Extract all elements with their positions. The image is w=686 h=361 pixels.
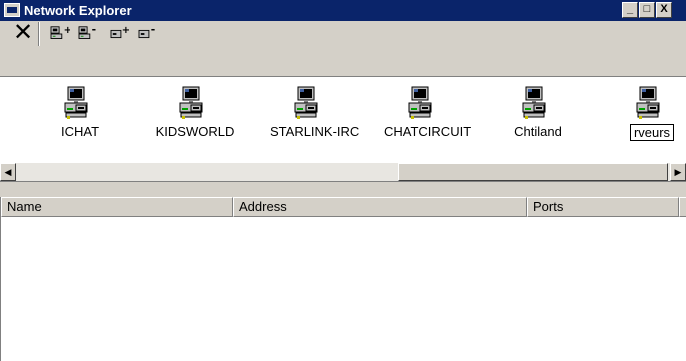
- scroll-thumb[interactable]: [398, 163, 668, 181]
- close-window-button[interactable]: X: [656, 2, 672, 18]
- column-header-filler: [679, 197, 686, 217]
- server-label: Chtiland: [514, 124, 562, 139]
- column-header-name[interactable]: Name: [1, 197, 233, 217]
- add-port-icon[interactable]: +: [110, 25, 130, 43]
- toolbar: ✕ + - + -: [0, 20, 686, 77]
- app-icon: [4, 3, 20, 17]
- computer-icon: [408, 86, 432, 119]
- maximize-button[interactable]: □: [639, 2, 655, 18]
- scroll-left-button[interactable]: ◀: [0, 163, 16, 181]
- horizontal-scrollbar[interactable]: ◀ ▶: [0, 163, 686, 181]
- column-header-address[interactable]: Address: [233, 197, 527, 217]
- server-item[interactable]: CHATCIRCUIT: [384, 86, 472, 139]
- server-label: KIDSWORLD: [155, 124, 235, 139]
- server-icon-view[interactable]: ICHAT KIDSWORLD STARLINK-IRC CHATCIRCUIT…: [0, 77, 686, 177]
- server-label: CHATCIRCUIT: [384, 124, 472, 139]
- svg-text:-: -: [92, 25, 96, 36]
- server-item[interactable]: rveurs: [618, 86, 686, 141]
- remove-server-icon[interactable]: -: [78, 25, 98, 43]
- computer-icon: [64, 86, 88, 119]
- server-label-edit-field[interactable]: rveurs: [629, 124, 675, 141]
- computer-icon: [294, 86, 318, 119]
- svg-text:+: +: [64, 25, 70, 36]
- server-item[interactable]: KIDSWORLD: [155, 86, 235, 139]
- server-list-view[interactable]: Name Address Ports: [0, 197, 686, 361]
- pane-splitter[interactable]: [0, 181, 686, 197]
- close-icon[interactable]: ✕: [13, 20, 33, 44]
- server-item[interactable]: ICHAT: [40, 86, 120, 139]
- computer-icon: [636, 86, 660, 119]
- scroll-right-button[interactable]: ▶: [670, 163, 686, 181]
- title-bar: Network Explorer _ □ X: [0, 0, 686, 21]
- remove-port-icon[interactable]: -: [138, 25, 158, 43]
- column-header-ports[interactable]: Ports: [527, 197, 679, 217]
- server-label: STARLINK-IRC: [270, 124, 360, 139]
- computer-icon: [522, 86, 546, 119]
- computer-icon: [179, 86, 203, 119]
- minimize-button[interactable]: _: [622, 2, 638, 18]
- add-server-icon[interactable]: +: [50, 25, 70, 43]
- server-item[interactable]: STARLINK-IRC: [270, 86, 360, 139]
- svg-text:-: -: [151, 25, 155, 36]
- server-item[interactable]: Chtiland: [498, 86, 578, 139]
- toolbar-separator: [38, 22, 40, 46]
- svg-text:+: +: [122, 25, 130, 36]
- server-label: ICHAT: [60, 124, 100, 139]
- window-title: Network Explorer: [24, 3, 132, 18]
